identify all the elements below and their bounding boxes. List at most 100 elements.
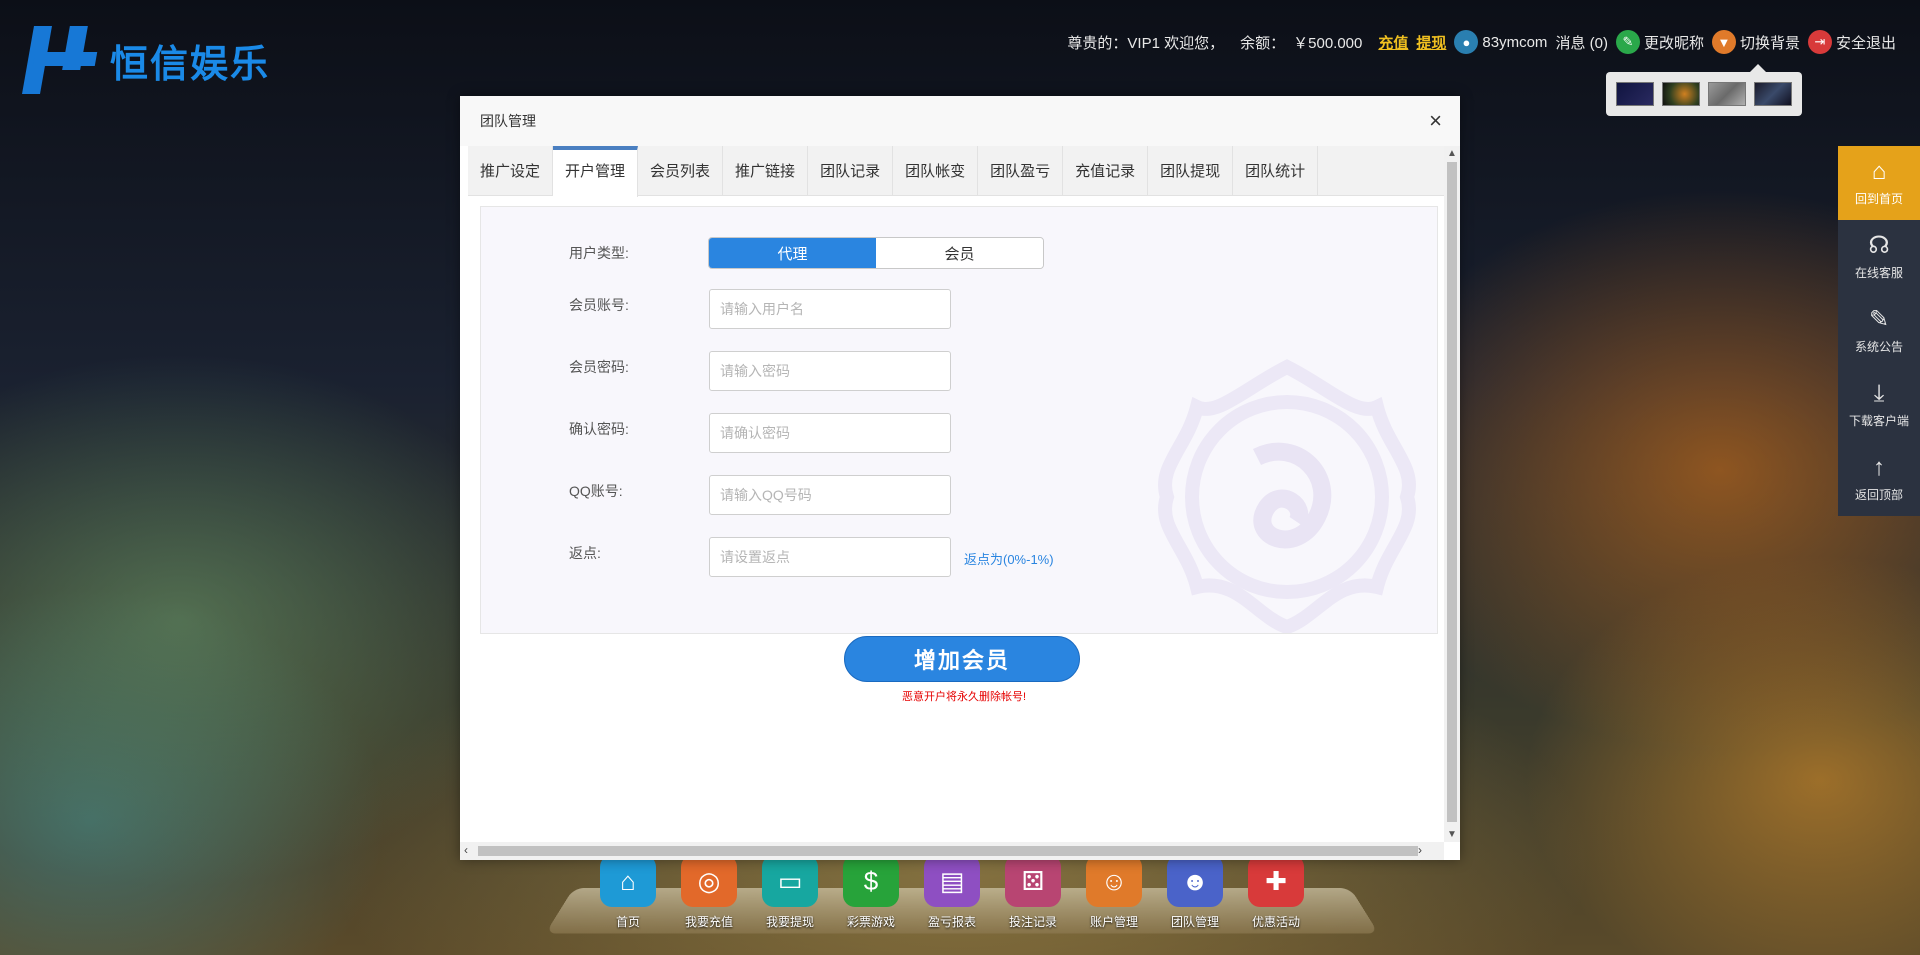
dock-item-withdraw[interactable]: ▭ 我要提现 bbox=[762, 855, 818, 930]
dock-item-recharge[interactable]: ◎ 我要充值 bbox=[681, 855, 737, 930]
switch-bg-label: 切换背景 bbox=[1739, 34, 1800, 52]
recharge-link[interactable]: 充值 bbox=[1378, 32, 1408, 53]
edit-nick-button[interactable]: ✎ 更改昵称 bbox=[1615, 30, 1704, 54]
sidebar-label: 返回顶部 bbox=[1854, 487, 1903, 502]
rebate-label: 返点: bbox=[569, 545, 601, 561]
user-avatar-icon: ● bbox=[1454, 30, 1479, 54]
password-input[interactable] bbox=[709, 351, 951, 391]
sidebar-item-top[interactable]: ↑ 返回顶部 bbox=[1838, 442, 1920, 516]
dock-label: 投注记录 bbox=[1008, 915, 1057, 929]
team-icon: ☻ bbox=[1167, 855, 1223, 907]
brand-logo[interactable]: 恒信娱乐 bbox=[22, 24, 271, 96]
dialog-header: 团队管理 × bbox=[460, 96, 1460, 146]
download-icon: ⤓ bbox=[1873, 379, 1885, 407]
sidebar-item-home[interactable]: ⌂ 回到首页 bbox=[1838, 146, 1920, 220]
withdraw-link[interactable]: 提现 bbox=[1416, 32, 1446, 53]
horizontal-scrollbar[interactable]: ‹ › bbox=[460, 842, 1444, 860]
user-type-label: 用户类型: bbox=[569, 245, 629, 261]
bg-thumb-2[interactable] bbox=[1662, 82, 1700, 106]
tab-promo-links[interactable]: 推广链接 bbox=[723, 146, 809, 196]
sidebar-item-notice[interactable]: ✎ 系统公告 bbox=[1838, 294, 1920, 368]
bg-thumb-1[interactable] bbox=[1616, 82, 1654, 106]
balance-label: 余额： bbox=[1240, 34, 1286, 52]
tab-member-list[interactable]: 会员列表 bbox=[638, 146, 724, 196]
coins-icon: ◎ bbox=[681, 855, 737, 907]
pencil-icon: ✎ bbox=[1868, 305, 1890, 333]
warning-text: 恶意开户将永久删除帐号! bbox=[902, 691, 1027, 703]
scroll-down-icon[interactable]: ▼ bbox=[1447, 829, 1457, 840]
type-agent-option[interactable]: 代理 bbox=[709, 238, 876, 268]
scroll-right-icon[interactable]: › bbox=[1418, 843, 1422, 857]
user-info[interactable]: ● 83ymcom bbox=[1454, 30, 1547, 54]
dollar-chip-icon: $ bbox=[843, 855, 899, 907]
scroll-thumb-vertical[interactable] bbox=[1447, 162, 1457, 822]
home-icon: ⌂ bbox=[1871, 157, 1887, 185]
tab-account-opening[interactable]: 开户管理 bbox=[553, 146, 639, 197]
dock-item-home[interactable]: ⌂ 首页 bbox=[600, 855, 656, 930]
scroll-left-icon[interactable]: ‹ bbox=[464, 843, 468, 857]
scroll-thumb-horizontal[interactable] bbox=[478, 846, 1418, 856]
password-label: 会员密码: bbox=[569, 359, 629, 375]
bg-thumb-4[interactable] bbox=[1754, 82, 1792, 106]
user-service-icon: ☺ bbox=[1086, 855, 1142, 907]
tab-team-transactions[interactable]: 团队帐变 bbox=[893, 146, 979, 196]
home-icon: ⌂ bbox=[600, 855, 656, 907]
tab-team-withdraw[interactable]: 团队提现 bbox=[1148, 146, 1234, 196]
type-member-option[interactable]: 会员 bbox=[876, 238, 1043, 268]
dialog-body: 推广设定 开户管理 会员列表 推广链接 团队记录 团队帐变 团队盈亏 充值记录 … bbox=[468, 146, 1444, 842]
tab-recharge-records[interactable]: 充值记录 bbox=[1063, 146, 1149, 196]
sidebar-item-support[interactable]: ☊ 在线客服 bbox=[1838, 220, 1920, 294]
qq-input[interactable] bbox=[709, 475, 951, 515]
qq-label: QQ账号: bbox=[569, 483, 623, 499]
dock-item-bets[interactable]: ⚄ 投注记录 bbox=[1005, 855, 1061, 930]
sidebar-label: 回到首页 bbox=[1854, 191, 1903, 206]
dock-item-lottery[interactable]: $ 彩票游戏 bbox=[843, 855, 899, 930]
account-input[interactable] bbox=[709, 289, 951, 329]
dock-label: 盈亏报表 bbox=[927, 915, 976, 929]
dock-item-report[interactable]: ▤ 盈亏报表 bbox=[924, 855, 980, 930]
tab-bar: 推广设定 开户管理 会员列表 推广链接 团队记录 团队帐变 团队盈亏 充值记录 … bbox=[468, 146, 1444, 197]
top-bar: 尊贵的：VIP1 欢迎您， 余额： ￥500.000 充值 提现 ● 83ymc… bbox=[1067, 30, 1896, 54]
team-management-dialog: 团队管理 × 推广设定 开户管理 会员列表 推广链接 团队记录 团队帐变 团队盈… bbox=[460, 96, 1460, 860]
messages-link[interactable]: 消息 (0) bbox=[1555, 32, 1608, 53]
balance-value: ￥500.000 bbox=[1293, 34, 1363, 52]
logout-label: 安全退出 bbox=[1835, 34, 1896, 52]
account-label: 会员账号: bbox=[569, 297, 629, 313]
add-member-button[interactable]: 增加会员 bbox=[844, 636, 1080, 682]
bg-thumb-3[interactable] bbox=[1708, 82, 1746, 106]
dock-item-team[interactable]: ☻ 团队管理 bbox=[1167, 855, 1223, 930]
dock-label: 首页 bbox=[615, 915, 640, 929]
scroll-up-icon[interactable]: ▲ bbox=[1447, 148, 1457, 159]
dock-item-account[interactable]: ☺ 账户管理 bbox=[1086, 855, 1142, 930]
tab-team-records[interactable]: 团队记录 bbox=[808, 146, 894, 196]
account-form: 用户类型: 代理 会员 会员账号: 会员密码: 确认密码: QQ账号: 返点: … bbox=[480, 206, 1438, 634]
gift-icon: ✚ bbox=[1248, 855, 1304, 907]
dice-icon: ⚄ bbox=[1005, 855, 1061, 907]
logo-mark-icon bbox=[22, 24, 100, 96]
watermark-emblem-icon bbox=[1158, 359, 1416, 633]
brand-name: 恒信娱乐 bbox=[110, 40, 271, 86]
tab-team-profit[interactable]: 团队盈亏 bbox=[978, 146, 1064, 196]
headset-icon: ☊ bbox=[1868, 231, 1890, 259]
shirt-icon: ▼ bbox=[1711, 30, 1736, 54]
dock-item-promo[interactable]: ✚ 优惠活动 bbox=[1248, 855, 1304, 930]
dock-label: 我要提现 bbox=[765, 915, 814, 929]
dock-label: 我要充值 bbox=[684, 915, 733, 929]
user-type-toggle: 代理 会员 bbox=[708, 237, 1044, 269]
tab-team-stats[interactable]: 团队统计 bbox=[1233, 146, 1319, 196]
greeting-text: 尊贵的：VIP1 欢迎您， bbox=[1067, 34, 1225, 52]
sidebar-item-download[interactable]: ⤓ 下载客户端 bbox=[1838, 368, 1920, 442]
close-icon[interactable]: × bbox=[1429, 110, 1442, 132]
sidebar-label: 下载客户端 bbox=[1848, 413, 1909, 428]
vertical-scrollbar[interactable]: ▲ ▼ bbox=[1444, 146, 1460, 842]
dialog-title: 团队管理 bbox=[480, 113, 536, 129]
arrow-up-icon: ↑ bbox=[1873, 453, 1885, 481]
switch-bg-button[interactable]: ▼ 切换背景 bbox=[1711, 30, 1800, 54]
logout-button[interactable]: ⇥ 安全退出 bbox=[1807, 30, 1896, 54]
sidebar-label: 系统公告 bbox=[1854, 339, 1903, 354]
right-sidebar: ⌂ 回到首页 ☊ 在线客服 ✎ 系统公告 ⤓ 下载客户端 ↑ 返回顶部 bbox=[1838, 146, 1920, 516]
confirm-password-input[interactable] bbox=[709, 413, 951, 453]
tab-promo-settings[interactable]: 推广设定 bbox=[468, 146, 554, 196]
dock-label: 团队管理 bbox=[1170, 915, 1219, 929]
rebate-input[interactable] bbox=[709, 537, 951, 577]
